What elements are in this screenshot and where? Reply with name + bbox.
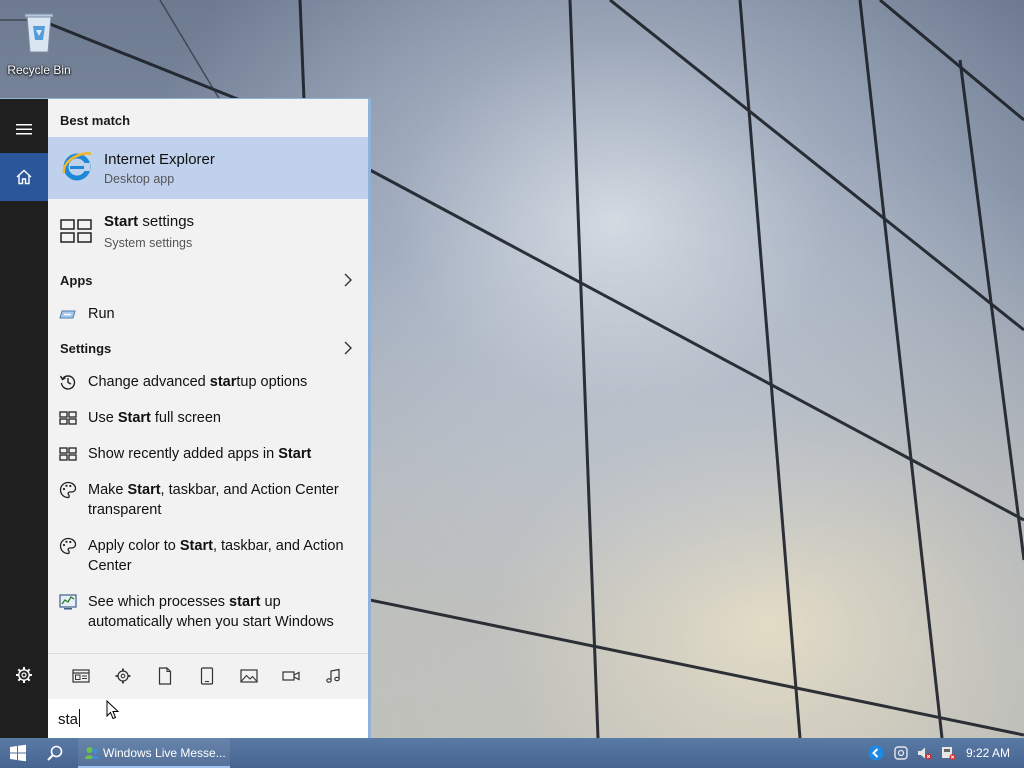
result-title: Internet Explorer	[104, 151, 215, 168]
history-icon	[59, 375, 76, 390]
palette-icon	[59, 537, 77, 555]
tablet-icon	[200, 667, 214, 685]
setting-item-label: Apply color to Start, taskbar, and Actio…	[88, 538, 344, 574]
mouse-pointer-icon	[106, 700, 120, 720]
network-icon[interactable]	[893, 745, 909, 761]
start-menu: Best match Internet Explorer Desktop app…	[0, 98, 371, 739]
result-subtitle: Desktop app	[104, 172, 175, 186]
video-icon	[282, 671, 300, 681]
power-status-icon[interactable]	[940, 745, 956, 761]
home-icon	[16, 169, 32, 185]
recycle-bin[interactable]: Recycle Bin	[4, 6, 74, 77]
taskbar-app-label: Windows Live Messe...	[103, 746, 226, 760]
setting-item-apply-color[interactable]: Apply color to Start, taskbar, and Actio…	[48, 529, 368, 583]
documents-icon	[72, 669, 90, 683]
taskbar-clock[interactable]: 9:22 AM	[966, 746, 1010, 760]
setting-item-label: Use Start full screen	[88, 410, 221, 426]
setting-item-label: See which processes start up automatical…	[88, 594, 334, 630]
taskbar-app-windows-live-messenger[interactable]: Windows Live Messe...	[78, 738, 230, 768]
windows-logo-icon	[10, 744, 26, 762]
setting-item-full-screen[interactable]: Use Start full screen	[48, 401, 368, 435]
filter-photos-button[interactable]	[239, 666, 259, 686]
setting-item-recently-added[interactable]: Show recently added apps in Start	[48, 437, 368, 471]
app-item-label: Run	[88, 306, 115, 322]
hamburger-menu-button[interactable]	[0, 105, 48, 153]
recycle-bin-label: Recycle Bin	[7, 63, 71, 77]
file-icon	[158, 667, 172, 685]
apps-chevron-right-icon[interactable]	[342, 273, 354, 287]
result-start-settings[interactable]: Start settings System settings	[48, 201, 368, 259]
hamburger-icon	[16, 124, 32, 135]
setting-item-advanced-startup[interactable]: Change advanced startup options	[48, 365, 368, 399]
start-layout-icon	[59, 411, 77, 425]
taskbar: Windows Live Messe... 9:22 AM	[0, 738, 1024, 768]
internet-explorer-icon	[62, 152, 92, 181]
home-button[interactable]	[0, 153, 48, 201]
palette-icon	[59, 481, 77, 499]
recycle-bin-icon	[24, 13, 54, 53]
start-layout-icon	[59, 447, 77, 461]
search-icon	[47, 745, 63, 761]
best-match-header: Best match	[60, 113, 131, 128]
result-title: Start settings	[104, 213, 195, 230]
filter-settings-button[interactable]	[113, 666, 133, 686]
apps-header: Apps	[60, 273, 93, 288]
setting-item-startup-processes[interactable]: See which processes start up automatical…	[48, 585, 368, 639]
setting-item-label: Change advanced startup options	[88, 374, 308, 390]
filter-music-button[interactable]	[323, 666, 343, 686]
start-button[interactable]	[0, 738, 36, 768]
search-filter-bar	[48, 653, 368, 697]
search-button[interactable]	[38, 738, 72, 768]
filter-documents-button[interactable]	[71, 666, 91, 686]
task-manager-icon	[59, 594, 77, 610]
filter-videos-button[interactable]	[281, 666, 301, 686]
photo-icon	[240, 669, 258, 683]
settings-icon	[115, 668, 131, 684]
app-item-run[interactable]: Run	[48, 297, 368, 331]
setting-item-label: Show recently added apps in Start	[88, 446, 312, 462]
music-icon	[326, 668, 340, 683]
gear-icon	[16, 667, 32, 683]
filter-apps-button[interactable]	[197, 666, 217, 686]
back-arrow-icon[interactable]	[868, 745, 884, 761]
search-box[interactable]	[48, 699, 368, 739]
filter-files-button[interactable]	[155, 666, 175, 686]
settings-header: Settings	[60, 341, 112, 356]
setting-item-label: Make Start, taskbar, and Action Center t…	[88, 482, 339, 518]
search-input[interactable]	[58, 709, 348, 729]
text-caret	[79, 709, 80, 727]
settings-chevron-right-icon[interactable]	[342, 341, 354, 355]
start-rail	[0, 99, 48, 738]
start-settings-icon	[60, 219, 92, 243]
setting-item-transparent[interactable]: Make Start, taskbar, and Action Center t…	[48, 473, 368, 527]
volume-muted-icon[interactable]	[916, 745, 932, 761]
messenger-icon	[85, 747, 99, 759]
result-internet-explorer[interactable]: Internet Explorer Desktop app	[48, 137, 368, 199]
search-results: Best match Internet Explorer Desktop app…	[48, 99, 368, 651]
result-subtitle: System settings	[104, 236, 193, 250]
run-icon	[59, 310, 76, 319]
settings-button[interactable]	[0, 651, 48, 699]
